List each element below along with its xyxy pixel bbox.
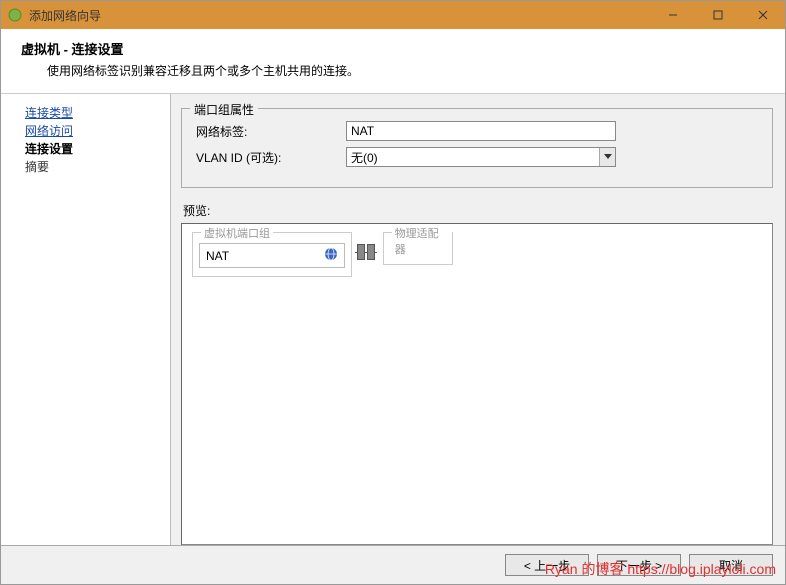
vm-portgroup-box: 虚拟机端口组 NAT xyxy=(192,232,352,277)
titlebar: 添加网络向导 xyxy=(1,1,785,29)
window-controls xyxy=(650,1,785,29)
network-label-input[interactable] xyxy=(346,121,616,141)
vm-portgroup-title: 虚拟机端口组 xyxy=(201,225,273,241)
step-summary: 摘要 xyxy=(25,158,170,176)
step-connection-type[interactable]: 连接类型 xyxy=(25,104,170,122)
physical-adapter-title: 物理适配器 xyxy=(392,225,452,257)
vlan-row: VLAN ID (可选): 无(0) xyxy=(196,147,758,167)
wizard-body: 连接类型 网络访问 连接设置 摘要 端口组属性 网络标签: VLAN ID (可… xyxy=(1,94,785,545)
page-description: 使用网络标签识别兼容迁移且两个或多个主机共用的连接。 xyxy=(21,62,765,79)
close-button[interactable] xyxy=(740,1,785,29)
preview-panel: 虚拟机端口组 NAT 物理适配器 xyxy=(181,223,773,545)
portgroup-legend: 端口组属性 xyxy=(190,101,258,118)
vm-portgroup-item: NAT xyxy=(199,243,345,268)
portgroup-properties: 端口组属性 网络标签: VLAN ID (可选): 无(0) xyxy=(181,108,773,188)
connector-icon xyxy=(355,244,377,260)
network-icon xyxy=(324,247,338,264)
page-title: 虚拟机 - 连接设置 xyxy=(21,39,765,58)
network-label-row: 网络标签: xyxy=(196,121,758,141)
maximize-button[interactable] xyxy=(695,1,740,29)
vlan-select[interactable]: 无(0) xyxy=(346,147,616,167)
step-connection-settings: 连接设置 xyxy=(25,140,170,158)
physical-adapter-box: 物理适配器 无适配器 xyxy=(383,232,453,265)
minimize-button[interactable] xyxy=(650,1,695,29)
network-label-text: 网络标签: xyxy=(196,123,346,140)
app-icon xyxy=(7,7,23,23)
preview-label: 预览: xyxy=(183,202,773,219)
window-title: 添加网络向导 xyxy=(29,7,650,24)
vm-portgroup-name: NAT xyxy=(206,249,229,263)
main-panel: 端口组属性 网络标签: VLAN ID (可选): 无(0) 预览: xyxy=(171,94,785,545)
step-network-access[interactable]: 网络访问 xyxy=(25,122,170,140)
chevron-down-icon xyxy=(599,148,615,166)
wizard-steps: 连接类型 网络访问 连接设置 摘要 xyxy=(1,94,171,545)
vlan-label-text: VLAN ID (可选): xyxy=(196,149,346,166)
watermark-text: Ryan 的博客 https://blog.iplayloli.com xyxy=(545,559,776,579)
vlan-selected-value: 无(0) xyxy=(347,149,599,166)
wizard-header: 虚拟机 - 连接设置 使用网络标签识别兼容迁移且两个或多个主机共用的连接。 xyxy=(1,29,785,94)
